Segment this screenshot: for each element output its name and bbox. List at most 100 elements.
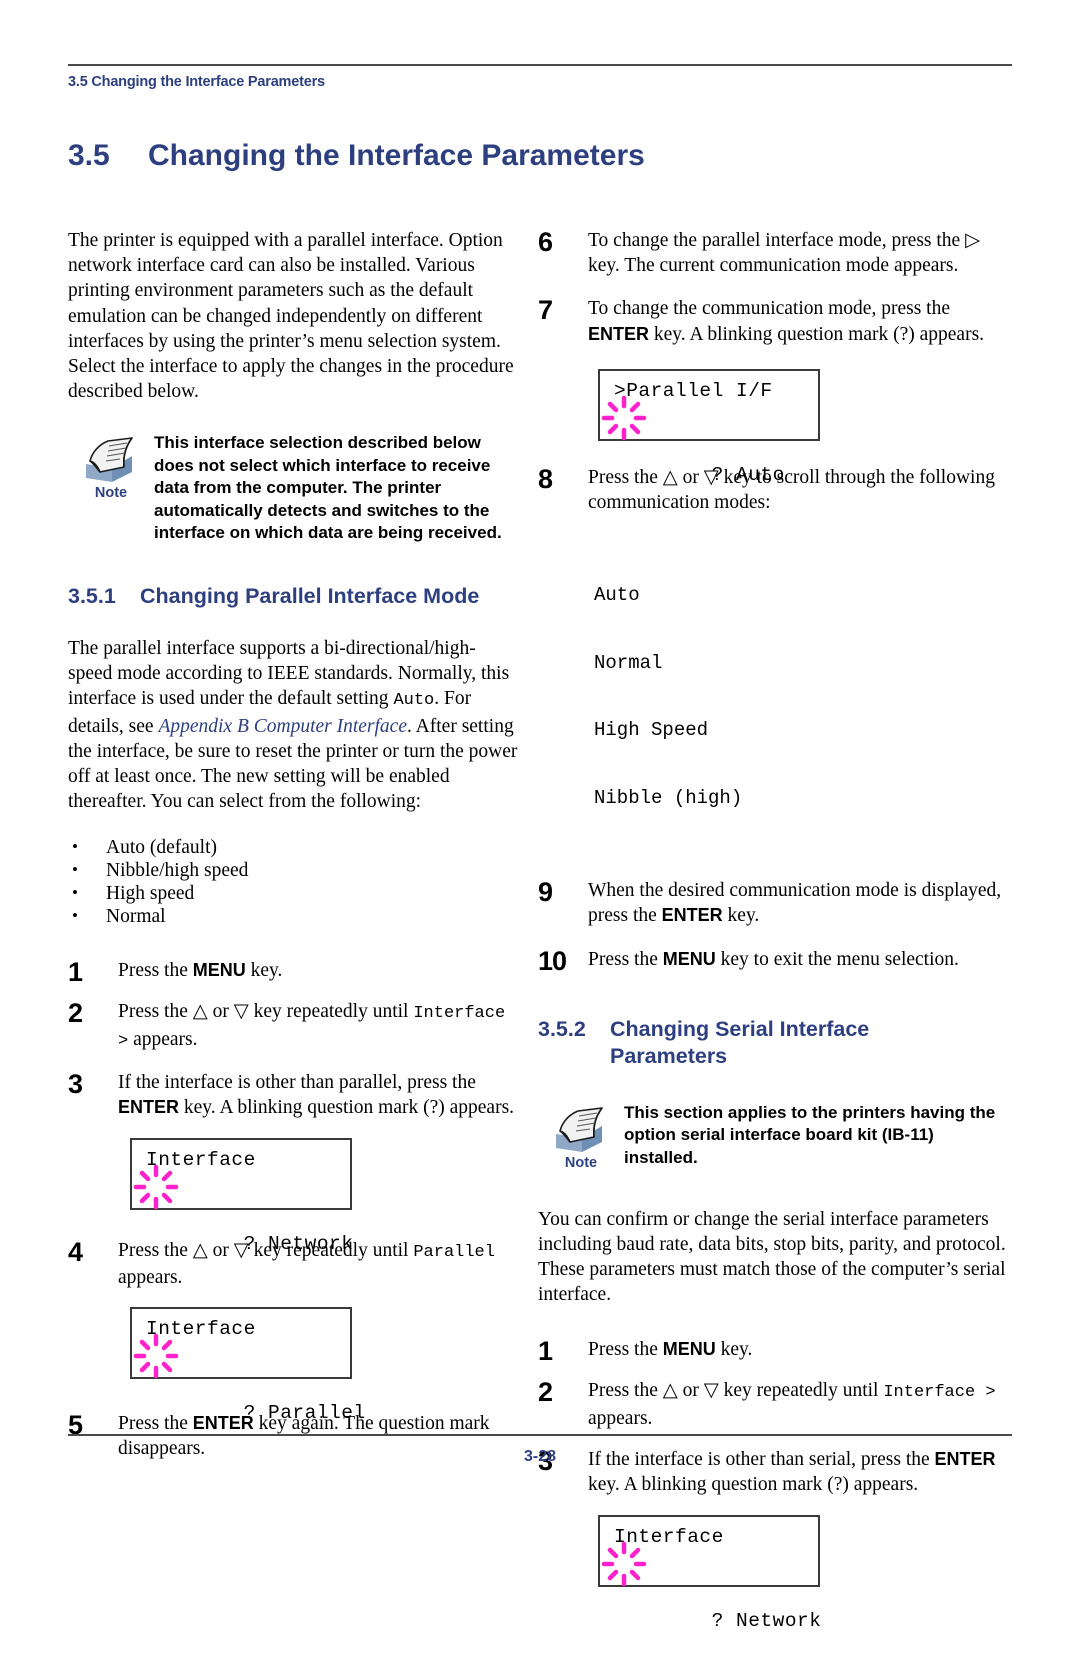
page-number: 3-28 xyxy=(523,1448,557,1465)
mode-item: Nibble (high) xyxy=(594,786,743,809)
list-item: Nibble/high speed xyxy=(68,858,520,882)
serial-parameters-paragraph: You can confirm or change the serial int… xyxy=(538,1208,1006,1306)
step-number: 10 xyxy=(538,945,567,976)
step-number: 7 xyxy=(538,295,554,326)
step-text-b: appears. xyxy=(128,1028,198,1050)
list-item: Normal xyxy=(68,904,520,928)
para-mono-auto: Auto xyxy=(393,691,435,711)
step-10: 10 Press the MENU key to exit the menu s… xyxy=(538,947,1012,974)
step-text-b: appears. xyxy=(588,1407,653,1429)
subsection-title-line1: Changing Serial Interface xyxy=(610,1016,870,1041)
step-text-a: If the interface is other than parallel,… xyxy=(118,1071,476,1093)
lcd-display-step4: Interface ? Parallel xyxy=(130,1306,365,1424)
step-7: 7 To change the communication mode, pres… xyxy=(538,296,1012,346)
key-label-menu: MENU xyxy=(662,1339,716,1360)
step-text: Press the MENU key to exit the menu sele… xyxy=(588,947,1012,974)
lcd-line-2-text: ? Auto xyxy=(711,463,785,486)
note-document-icon xyxy=(556,1106,603,1152)
step-text: Press the MENU key. xyxy=(118,958,520,985)
page-title: 3.5 Changing the Interface Parameters xyxy=(68,139,645,173)
page-title-text: Changing the Interface Parameters xyxy=(148,139,645,172)
step-text: Press the △ or ▽ key repeatedly until In… xyxy=(588,1378,1012,1430)
step-text-b: key. A blinking question mark (?) appear… xyxy=(649,323,985,345)
mode-item: Normal xyxy=(594,651,663,674)
document-page: 3.5 Changing the Interface Parameters 3.… xyxy=(0,0,1080,1632)
step-text-b: key. xyxy=(722,905,760,927)
right-column: 6 To change the parallel interface mode,… xyxy=(538,228,1012,1632)
key-label-enter: ENTER xyxy=(588,323,650,344)
lcd-line-2: ? Auto xyxy=(601,395,818,517)
note-label: Note xyxy=(94,485,128,502)
parallel-mode-list: Auto (default) Nibble/high speed High sp… xyxy=(68,835,520,928)
step-number: 8 xyxy=(538,463,554,494)
lcd-display-step3: Interface ? Network xyxy=(130,1138,353,1255)
serial-step-1: 1 Press the MENU key. xyxy=(538,1336,1012,1367)
lcd-display-serial-step3: Interface ? Network xyxy=(598,1515,821,1632)
step-text: To change the parallel interface mode, p… xyxy=(588,230,981,277)
step-text: If the interface is other than parallel,… xyxy=(118,1070,520,1120)
step-text-a: Press the △ or ▽ key repeatedly until xyxy=(588,1380,884,1402)
lcd-line-2-text: ? Parallel xyxy=(243,1401,366,1424)
step-3: 3 If the interface is other than paralle… xyxy=(68,1070,520,1120)
step-9: 9 When the desired communication mode is… xyxy=(538,878,1012,928)
step-number: 9 xyxy=(538,877,554,908)
communication-modes-list: Auto Normal High Speed Nibble (high) xyxy=(594,539,1012,854)
left-column: The printer is equipped with a parallel … xyxy=(68,228,520,1461)
subsection-number: 3.5.2 xyxy=(538,1016,586,1041)
step-text-a: When the desired communication mode is d… xyxy=(588,880,1002,927)
serial-step-2: 2 Press the △ or ▽ key repeatedly until … xyxy=(538,1378,1012,1430)
step-2: 2 Press the △ or ▽ key repeatedly until … xyxy=(68,999,520,1053)
step-text: When the desired communication mode is d… xyxy=(588,878,1012,928)
step-text-a: Press the △ or ▽ key repeatedly until xyxy=(118,1001,414,1023)
step-number: 6 xyxy=(538,227,554,257)
step-text: Press the △ or ▽ key repeatedly until In… xyxy=(118,999,520,1053)
subsection-heading-3-5-1: 3.5.1 Changing Parallel Interface Mode xyxy=(68,583,520,610)
lcd-line-2: ? Network xyxy=(133,1164,353,1286)
subsection-number: 3.5.1 xyxy=(68,583,116,608)
note-document-icon xyxy=(86,437,133,483)
key-label-enter: ENTER xyxy=(118,1096,180,1117)
step-number: 1 xyxy=(68,957,84,988)
step-text-a: Press the xyxy=(588,1339,663,1361)
lcd-line-1: Interface xyxy=(146,1149,256,1172)
note-block-serial-board: Note This section applies to the printer… xyxy=(538,1102,1012,1171)
step-number: 4 xyxy=(68,1237,84,1268)
intro-paragraph: The printer is equipped with a parallel … xyxy=(68,230,514,403)
step-6: 6 To change the parallel interface mode,… xyxy=(538,228,1012,278)
lcd-display-step7: >Parallel I/F ? Auto xyxy=(598,368,820,486)
note-label: Note xyxy=(564,1154,598,1171)
list-item: High speed xyxy=(68,881,520,905)
parallel-interface-paragraph: The parallel interface supports a bi-dir… xyxy=(68,636,520,814)
step-text: Press the MENU key. xyxy=(588,1337,1012,1364)
lcd-line-2: ? Network xyxy=(601,1542,821,1663)
page-title-number: 3.5 xyxy=(68,139,110,172)
lcd-line-1: Interface xyxy=(614,1526,724,1549)
note-icon-wrap: Note xyxy=(538,1102,624,1171)
step-number: 1 xyxy=(538,1336,554,1367)
mode-item: High Speed xyxy=(594,719,709,742)
note-text: This interface selection described below… xyxy=(154,433,502,543)
note-block-interface-selection: Note This interface selection described … xyxy=(68,432,520,545)
subsection-title: Changing Parallel Interface Mode xyxy=(140,583,480,608)
subsection-title: Changing Serial Interface Parameters xyxy=(610,1016,1012,1070)
step-text-a: To change the communication mode, press … xyxy=(588,298,950,320)
running-head: 3.5 Changing the Interface Parameters xyxy=(68,74,325,90)
step-text-a: Press the xyxy=(118,960,193,982)
appendix-b-link[interactable]: Appendix B Computer Interface xyxy=(158,716,407,737)
step-text-b: key. A blinking question mark (?) appear… xyxy=(588,1474,919,1496)
step-text: To change the communication mode, press … xyxy=(588,296,1012,346)
step-number: 2 xyxy=(68,998,84,1029)
step-text-a: Press the xyxy=(588,948,663,970)
key-label-menu: MENU xyxy=(662,948,716,969)
note-text: This section applies to the printers hav… xyxy=(624,1102,996,1167)
step-text-b: key to exit the menu selection. xyxy=(715,948,959,970)
header-rule xyxy=(68,64,1012,66)
mode-item: Auto xyxy=(594,584,640,607)
step-number: 3 xyxy=(68,1068,84,1099)
step-1: 1 Press the MENU key. xyxy=(68,957,520,988)
lcd-line-2-text: ? Network xyxy=(711,1610,822,1633)
note-icon-wrap: Note xyxy=(68,432,154,501)
key-label-menu: MENU xyxy=(192,960,246,981)
lcd-line-1: >Parallel I/F xyxy=(614,379,773,402)
lcd-line-2: ? Parallel xyxy=(133,1333,365,1455)
